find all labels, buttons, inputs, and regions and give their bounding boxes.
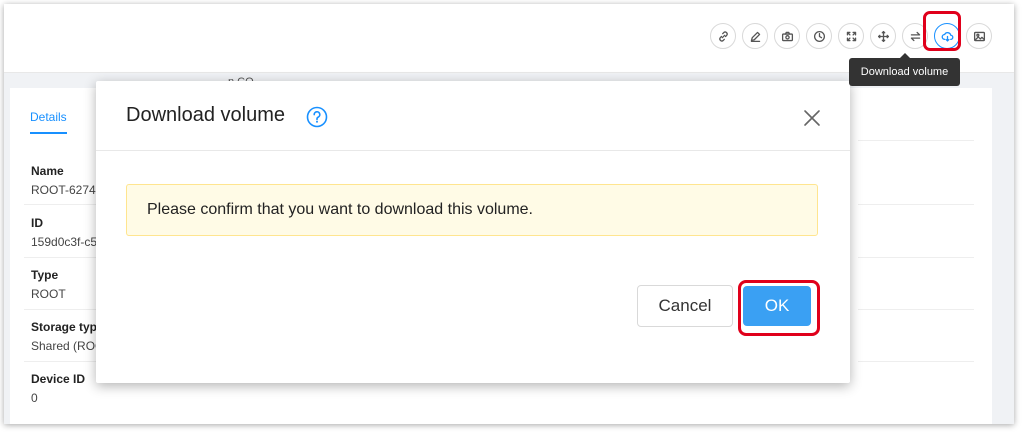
highlight-download-icon [923, 11, 961, 51]
field-type: Type ROOT [31, 268, 66, 301]
field-value: 159d0c3f-c5 [31, 235, 98, 249]
modal-title: Download volume [126, 104, 285, 126]
download-volume-tooltip: Download volume [849, 53, 960, 86]
image-icon[interactable] [966, 23, 992, 49]
divider [858, 257, 974, 258]
download-volume-modal: Download volume Please confirm that you … [96, 81, 850, 383]
divider [24, 204, 102, 205]
field-label: Storage typ [31, 320, 98, 334]
field-name: Name ROOT-6274 [31, 164, 96, 197]
field-value: Shared (ROC [31, 339, 104, 353]
divider [858, 140, 974, 141]
cancel-button[interactable]: Cancel [637, 285, 733, 327]
tooltip-text: Download volume [860, 66, 949, 78]
field-value: ROOT [31, 287, 66, 301]
divider [858, 309, 974, 310]
link-icon[interactable] [710, 23, 736, 49]
divider [858, 204, 974, 205]
divider [24, 309, 102, 310]
confirmation-alert: Please confirm that you want to download… [126, 184, 818, 236]
field-label: ID [31, 216, 43, 230]
field-label: Type [31, 268, 59, 282]
question-circle-icon[interactable] [306, 106, 328, 128]
edit-icon[interactable] [742, 23, 768, 49]
field-label: Device ID [31, 372, 86, 386]
modal-header: Download volume [96, 81, 850, 151]
close-icon[interactable] [802, 108, 822, 128]
divider [24, 257, 102, 258]
clock-icon[interactable] [806, 23, 832, 49]
highlight-ok-button [738, 280, 820, 336]
field-label: Name [31, 164, 64, 178]
tab-details[interactable]: Details [30, 110, 67, 134]
alert-message: Please confirm that you want to download… [147, 201, 533, 218]
camera-icon[interactable] [774, 23, 800, 49]
move-icon[interactable] [870, 23, 896, 49]
resize-icon[interactable] [838, 23, 864, 49]
field-storage-type: Storage typ Shared (ROC [31, 320, 104, 353]
field-device-id: Device ID 0 [31, 372, 85, 405]
field-value: 0 [31, 391, 38, 405]
divider [24, 361, 102, 362]
field-id: ID 159d0c3f-c5 [31, 216, 97, 249]
divider [858, 361, 974, 362]
field-value: ROOT-6274 [31, 183, 96, 197]
